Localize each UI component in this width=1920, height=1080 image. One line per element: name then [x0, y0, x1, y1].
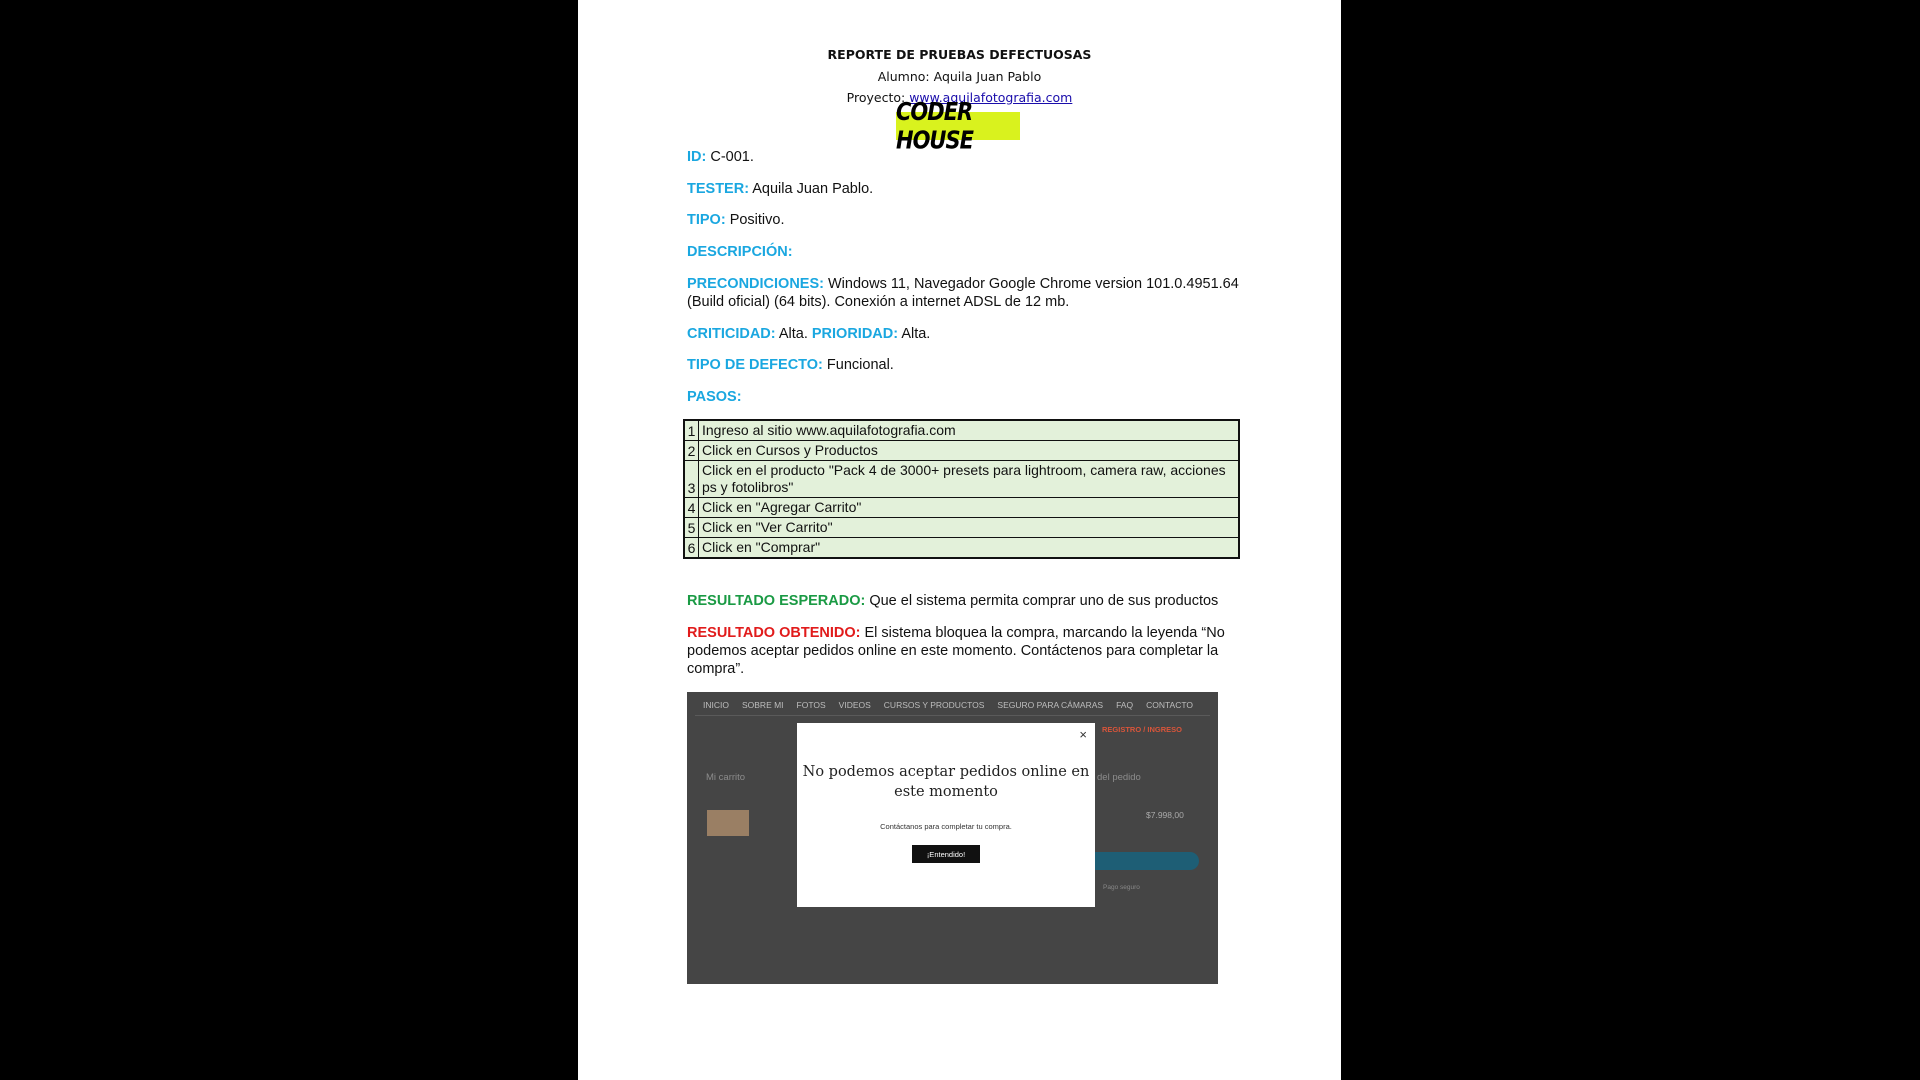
table-row: 6 Click en "Comprar": [685, 538, 1238, 557]
field-tester-value: Aquila Juan Pablo.: [749, 181, 874, 197]
step-number: 6: [685, 538, 699, 557]
step-number: 5: [685, 518, 699, 537]
modal-title: No podemos aceptar pedidos online en est…: [802, 764, 1090, 800]
field-tipo: TIPO: Positivo.: [687, 211, 1267, 229]
registro-link[interactable]: REGISTRO / INGRESO: [1102, 725, 1182, 734]
table-row: 5 Click en "Ver Carrito": [685, 518, 1238, 538]
field-criticidad: CRITICIDAD: Alta. PRIORIDAD: Alta.: [687, 325, 1267, 343]
field-descripcion: DESCRIPCIÓN:: [687, 243, 1267, 261]
nav-item-cursos[interactable]: CURSOS Y PRODUCTOS: [884, 700, 985, 710]
table-row: 3 Click en el producto "Pack 4 de 3000+ p…: [685, 461, 1238, 498]
report-title: REPORTE DE PRUEBAS DEFECTUOSAS: [827, 47, 1092, 62]
step-text: Click en Cursos y Productos: [702, 442, 878, 458]
product-thumbnail: [707, 810, 749, 836]
field-tester-label: TESTER:: [687, 181, 750, 197]
field-prioridad-label: PRIORIDAD:: [811, 326, 899, 342]
field-id-value: C-001.: [706, 149, 754, 165]
understood-button[interactable]: ¡Entendido!: [912, 845, 980, 863]
step-text: Click en el producto "Pack 4 de 3000+ pr…: [702, 462, 1226, 495]
field-criticidad-value: Alta.: [775, 326, 812, 342]
step-number: 3: [685, 461, 699, 497]
field-resultado-obtenido: RESULTADO OBTENIDO: El sistema bloquea l…: [687, 624, 1267, 678]
field-tipo-defecto-label: TIPO DE DEFECTO:: [687, 357, 823, 373]
field-precondiciones-label: PRECONDICIONES:: [687, 276, 824, 292]
field-pasos-label: PASOS:: [687, 389, 742, 405]
nav-item-contacto[interactable]: CONTACTO: [1146, 700, 1193, 710]
nav-divider: [695, 715, 1210, 716]
field-pasos: PASOS:: [687, 388, 1267, 406]
table-row: 2 Click en Cursos y Productos: [685, 441, 1238, 461]
document-page: REPORTE DE PRUEBAS DEFECTUOSAS Alumno: A…: [578, 0, 1341, 1080]
field-esperado-value: Que el sistema permita comprar uno de su…: [865, 593, 1219, 609]
nav-item-faq[interactable]: FAQ: [1116, 700, 1133, 710]
field-tester: TESTER: Aquila Juan Pablo.: [687, 180, 1267, 198]
cart-title: Mi carrito: [706, 772, 746, 783]
site-nav: INICIO SOBRE MI FOTOS VIDEOS CURSOS Y PR…: [703, 700, 1193, 710]
nav-item-inicio[interactable]: INICIO: [703, 700, 729, 710]
close-icon[interactable]: ×: [1079, 727, 1087, 742]
field-id: ID: C-001.: [687, 148, 1267, 166]
field-esperado-label: RESULTADO ESPERADO:: [687, 593, 866, 609]
product-price: $7.998,00: [1146, 810, 1184, 820]
nav-item-videos[interactable]: VIDEOS: [839, 700, 871, 710]
coderhouse-logo: CODER HOUSE: [896, 98, 1020, 154]
step-number: 1: [685, 421, 699, 440]
table-row: 1 Ingreso al sitio www.aquilafotografia.c…: [685, 421, 1238, 441]
error-modal: × No podemos aceptar pedidos online en e…: [797, 723, 1095, 907]
field-id-label: ID:: [687, 149, 707, 165]
checkout-button[interactable]: [1087, 852, 1199, 870]
logo-text: CODER HOUSE: [896, 97, 974, 155]
field-tipo-defecto-value: Funcional.: [822, 357, 894, 373]
field-descripcion-label: DESCRIPCIÓN:: [687, 244, 793, 260]
field-obtenido-label: RESULTADO OBTENIDO:: [687, 625, 861, 641]
field-tipo-label: TIPO:: [687, 212, 726, 228]
secure-payment-text: Pago seguro: [1103, 884, 1140, 891]
student-name: Alumno: Aquila Juan Pablo: [877, 69, 1042, 84]
step-text: Click en "Comprar": [702, 539, 821, 555]
field-precondiciones: PRECONDICIONES: Windows 11, Navegador Go…: [687, 275, 1267, 311]
field-criticidad-label: CRITICIDAD:: [687, 326, 776, 342]
table-row: 4 Click en "Agregar Carrito": [685, 498, 1238, 518]
steps-table: 1 Ingreso al sitio www.aquilafotografia.c…: [683, 419, 1240, 559]
field-prioridad-value: Alta.: [898, 326, 931, 342]
field-tipo-value: Positivo.: [725, 212, 785, 228]
field-tipo-defecto: TIPO DE DEFECTO: Funcional.: [687, 356, 1267, 374]
modal-subtitle: Contáctanos para completar tu compra.: [880, 822, 1012, 831]
embedded-screenshot: INICIO SOBRE MI FOTOS VIDEOS CURSOS Y PR…: [687, 692, 1218, 984]
step-text: Ingreso al sitio www.aquilafotografia.co…: [702, 422, 956, 438]
nav-item-fotos[interactable]: FOTOS: [797, 700, 826, 710]
step-text: Click en "Ver Carrito": [702, 519, 833, 535]
field-resultado-esperado: RESULTADO ESPERADO: Que el sistema permi…: [687, 592, 1267, 610]
step-number: 2: [685, 441, 699, 460]
nav-item-seguro[interactable]: SEGURO PARA CÁMARAS: [997, 700, 1103, 710]
nav-item-sobre-mi[interactable]: SOBRE MI: [742, 700, 784, 710]
step-number: 4: [685, 498, 699, 517]
order-detail-title: del pedido: [1097, 772, 1141, 783]
step-text: Click en "Agregar Carrito": [702, 499, 862, 515]
